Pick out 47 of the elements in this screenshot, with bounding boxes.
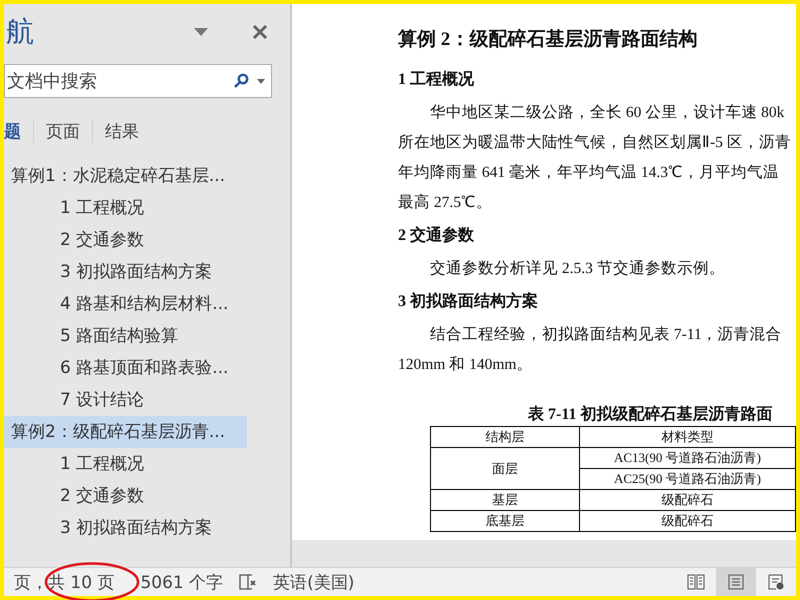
heading-item[interactable]: 3 初拟路面结构方案 — [4, 512, 247, 544]
dropdown-icon[interactable] — [194, 28, 208, 36]
paragraph: 结合工程经验，初拟路面结构见表 7-11，沥青混合 120mm 和 140mm。 — [398, 325, 783, 375]
web-page-icon — [767, 574, 785, 590]
close-icon[interactable] — [252, 24, 268, 40]
heading-item[interactable]: 1 工程概况 — [4, 192, 247, 224]
page-count[interactable]: 页，共 10 页 — [14, 570, 114, 594]
table-header-cell: 材料类型 — [579, 426, 796, 448]
pane-tab[interactable]: 题 — [4, 120, 33, 142]
caret-icon[interactable] — [257, 78, 265, 84]
paragraph: 交通参数分析详见 2.5.3 节交通参数示例。 — [429, 259, 726, 279]
pane-tab[interactable]: 页面 — [34, 120, 92, 142]
table-header-cell: 结构层 — [430, 426, 580, 448]
section-heading: 3 初拟路面结构方案 — [398, 291, 539, 312]
page-icon — [727, 574, 745, 590]
table-cell: 面层 — [430, 448, 580, 490]
search-icon[interactable] — [233, 73, 249, 89]
pane-tab[interactable]: 结果 — [93, 120, 151, 142]
heading-item[interactable]: 算例1：水泥稳定碎石基层... — [4, 160, 247, 192]
table-cell: AC13(90 号道路石油沥青) — [579, 448, 796, 468]
section-heading: 1 工程概况 — [398, 70, 475, 90]
heading-item[interactable]: 算例2：级配碎石基层沥青... — [4, 416, 247, 448]
document-title: 算例 2：级配碎石基层沥青路面结构 — [398, 28, 698, 52]
table-cell: 级配碎石 — [579, 510, 796, 532]
table-cell: 底基层 — [430, 510, 580, 532]
proofing-icon[interactable] — [239, 574, 258, 590]
heading-item[interactable]: 6 路基顶面和路表验... — [4, 352, 247, 384]
section-heading: 2 交通参数 — [398, 225, 475, 246]
table-cell: 级配碎石 — [579, 490, 796, 510]
heading-item[interactable]: 7 设计结论 — [4, 384, 247, 416]
table-cell: AC25(90 号道路石油沥青) — [579, 468, 796, 490]
book-icon — [687, 574, 705, 590]
pane-title: 航 — [6, 14, 35, 50]
heading-item[interactable]: 1 工程概况 — [4, 448, 247, 480]
heading-item[interactable]: 4 路基和结构层材料... — [4, 288, 247, 320]
print-layout-button[interactable] — [716, 568, 756, 596]
search-bar[interactable]: 文档中搜索 — [4, 64, 272, 98]
table-caption: 表 7-11 初拟级配碎石基层沥青路面 — [528, 404, 774, 425]
heading-item[interactable]: 2 交通参数 — [4, 224, 247, 256]
search-field[interactable]: 文档中搜索 — [5, 70, 225, 92]
heading-item[interactable]: 3 初拟路面结构方案 — [4, 256, 247, 288]
word-count[interactable]: 5061 个字 — [140, 570, 224, 594]
table-cell: 基层 — [430, 490, 580, 510]
paragraph: 华中地区某二级公路，全长 60 公里，设计车速 80k 所在地区为暖温带大陆性气候，自然区划属Ⅱ-5 区，沥青 年均降雨量 641 毫米，年平均气温 14.3℃，月平均气温 最高 27.5℃。 — [398, 103, 792, 213]
heading-item[interactable]: 5 路面结构验算 — [4, 320, 247, 352]
language-indicator[interactable]: 英语(美国) — [273, 570, 354, 594]
heading-item[interactable]: 2 交通参数 — [4, 480, 247, 512]
